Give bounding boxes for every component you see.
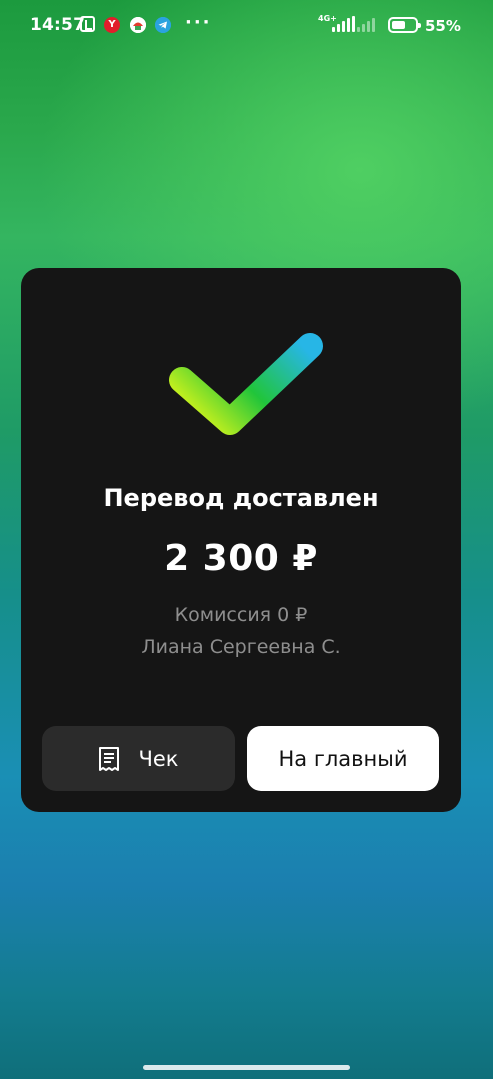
receipt-button-label: Чек <box>138 746 179 771</box>
yandex-icon: Y <box>104 17 120 33</box>
app-icon <box>130 17 146 33</box>
transfer-result-card: Перевод доставлен 2 300 ₽ Комиссия 0 ₽ Л… <box>21 268 461 812</box>
battery-percent: 55% <box>425 17 461 35</box>
status-bar: 14:57 Y ··· 4G+ 55% <box>0 0 493 54</box>
signal-icon <box>332 16 355 32</box>
transfer-amount: 2 300 ₽ <box>164 538 318 579</box>
telegram-icon <box>155 17 171 33</box>
signal-secondary-icon <box>357 16 375 32</box>
nfc-icon <box>80 16 95 32</box>
recipient-name: Лиана Сергеевна С. <box>141 636 341 658</box>
battery-icon <box>388 17 421 33</box>
status-time: 14:57 <box>30 15 86 35</box>
home-button-label: На главный <box>278 746 408 771</box>
home-button[interactable]: На главный <box>247 726 439 791</box>
checkmark-icon <box>169 333 323 435</box>
home-indicator[interactable] <box>143 1065 350 1070</box>
commission-text: Комиссия 0 ₽ <box>174 604 308 626</box>
overflow-dots: ··· <box>185 12 212 33</box>
receipt-button[interactable]: Чек <box>42 726 235 791</box>
receipt-icon <box>99 746 120 771</box>
transfer-status-title: Перевод доставлен <box>103 484 379 512</box>
